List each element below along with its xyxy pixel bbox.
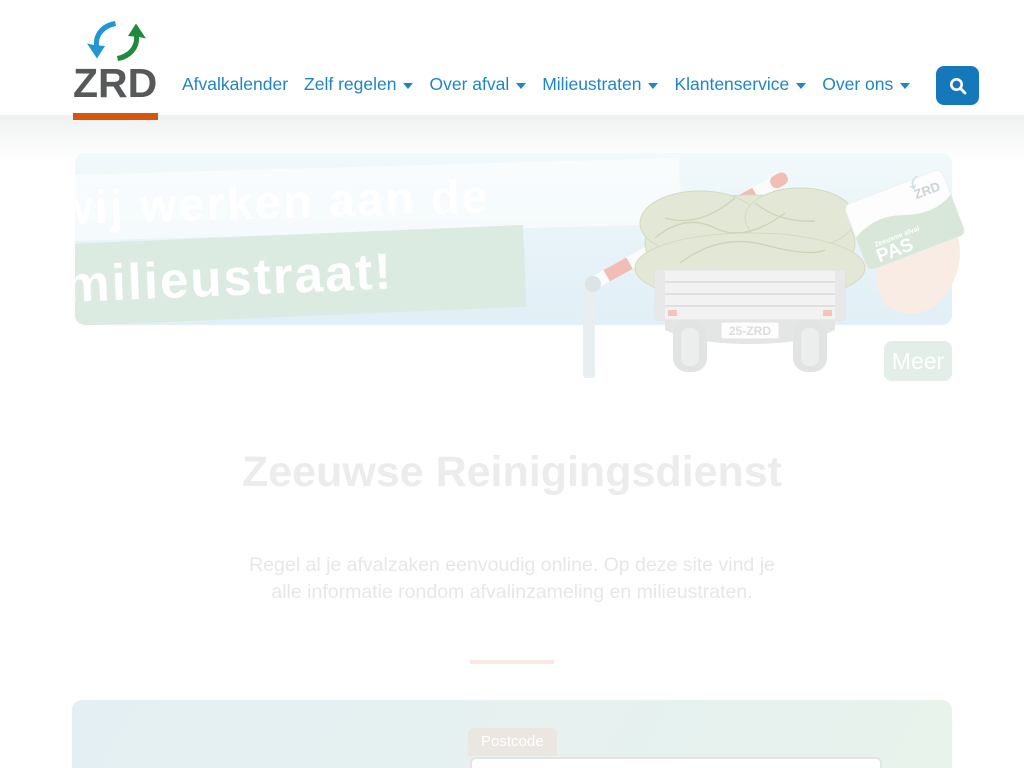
search-icon	[948, 76, 968, 96]
zrd-homepage: ZRD Afvalkalender Zelf regelen Over afva…	[0, 0, 1024, 768]
nav-item-over-ons[interactable]: Over ons	[822, 74, 910, 95]
site-logo[interactable]: ZRD	[73, 18, 163, 120]
postcode-label: Postcode	[468, 728, 557, 756]
page-title: Zeeuwse Reinigingsdienst	[0, 448, 1024, 497]
site-header: ZRD Afvalkalender Zelf regelen Over afva…	[0, 0, 1024, 115]
nav-label: Over afval	[429, 74, 509, 95]
recycle-arrows-icon	[85, 18, 149, 64]
chevron-down-icon	[900, 83, 910, 89]
hero-banner: wij werken aan de milieustraat!	[75, 153, 952, 325]
section-divider	[470, 660, 554, 664]
nav-label: Milieustraten	[542, 74, 641, 95]
postcode-input[interactable]	[470, 757, 882, 768]
nav-item-klantenservice[interactable]: Klantenservice	[674, 74, 806, 95]
hero-headline-line1: wij werken aan de	[75, 167, 490, 237]
logo-wordmark: ZRD	[73, 60, 157, 107]
main-nav: Afvalkalender Zelf regelen Over afval Mi…	[182, 74, 910, 95]
hero-more-button[interactable]: Meer	[884, 341, 952, 381]
nav-item-zelf-regelen[interactable]: Zelf regelen	[304, 74, 413, 95]
hero-headline-line2: milieustraat!	[75, 238, 395, 318]
nav-label: Klantenservice	[674, 74, 789, 95]
logo-accent-bar	[73, 113, 158, 120]
nav-label: Zelf regelen	[304, 74, 396, 95]
search-button[interactable]	[936, 66, 979, 105]
nav-item-over-afval[interactable]: Over afval	[429, 74, 526, 95]
chevron-down-icon	[516, 83, 526, 89]
chevron-down-icon	[648, 83, 658, 89]
hero-ribbon-2: milieustraat!	[75, 225, 527, 325]
nav-label: Over ons	[822, 74, 893, 95]
truck-license-plate: 25-ZRD	[729, 324, 771, 338]
nav-label: Afvalkalender	[182, 74, 288, 95]
postcode-panel: Postcode	[72, 700, 952, 768]
chevron-down-icon	[403, 83, 413, 89]
intro-text: Regel al je afvalzaken eenvoudig online.…	[238, 552, 786, 606]
nav-item-afvalkalender[interactable]: Afvalkalender	[182, 74, 288, 95]
nav-item-milieustraten[interactable]: Milieustraten	[542, 74, 658, 95]
chevron-down-icon	[796, 83, 806, 89]
